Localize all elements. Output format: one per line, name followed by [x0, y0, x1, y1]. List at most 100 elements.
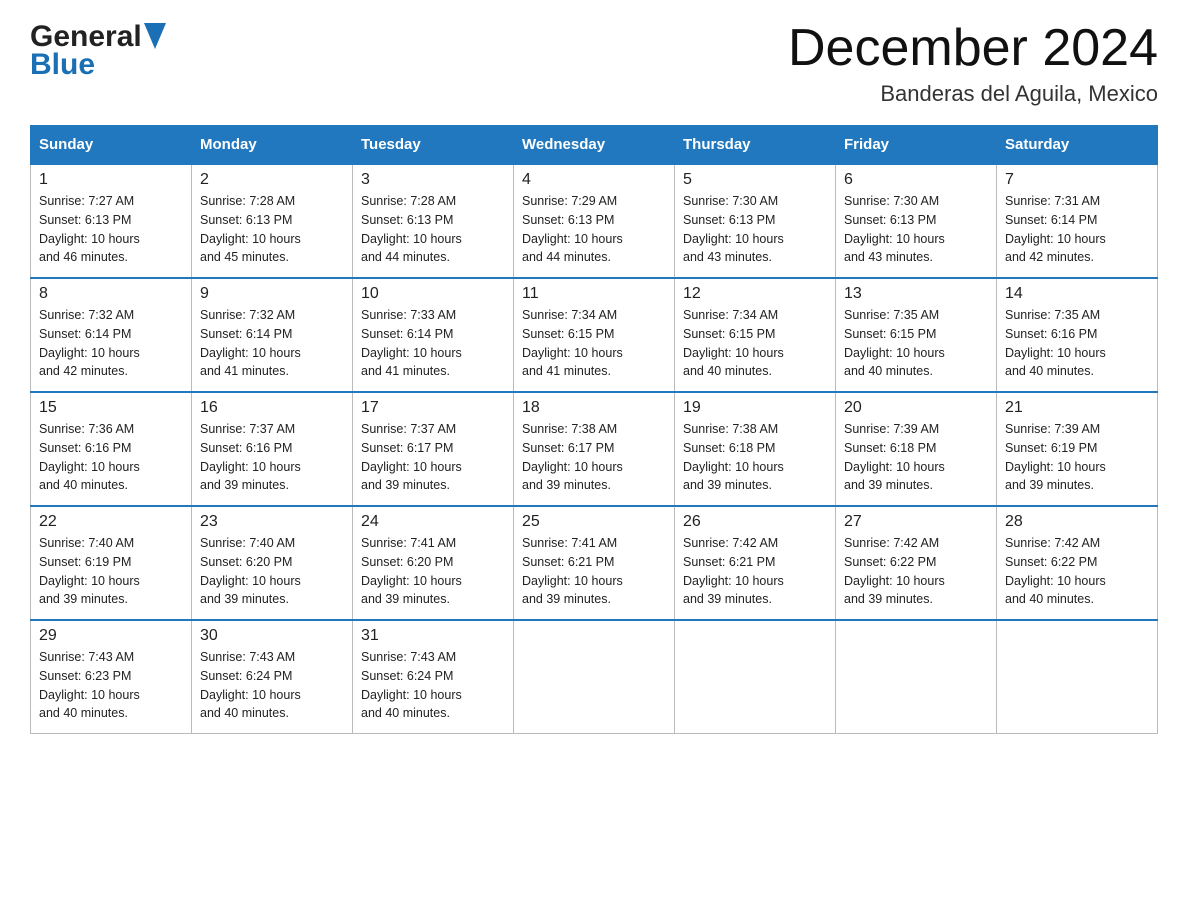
day-cell-9: 9 Sunrise: 7:32 AMSunset: 6:14 PMDaylight… [192, 278, 353, 392]
day-number: 12 [683, 285, 827, 303]
calendar-table: SundayMondayTuesdayWednesdayThursdayFrid… [30, 125, 1158, 734]
day-cell-24: 24 Sunrise: 7:41 AMSunset: 6:20 PMDayligh… [353, 506, 514, 620]
empty-cell [836, 620, 997, 734]
day-info: Sunrise: 7:41 AMSunset: 6:20 PMDaylight:… [361, 534, 505, 609]
column-header-friday: Friday [836, 126, 997, 165]
day-number: 1 [39, 171, 183, 189]
day-info: Sunrise: 7:40 AMSunset: 6:19 PMDaylight:… [39, 534, 183, 609]
day-number: 17 [361, 399, 505, 417]
day-number: 19 [683, 399, 827, 417]
day-number: 24 [361, 513, 505, 531]
day-number: 8 [39, 285, 183, 303]
day-info: Sunrise: 7:28 AMSunset: 6:13 PMDaylight:… [200, 192, 344, 267]
day-info: Sunrise: 7:30 AMSunset: 6:13 PMDaylight:… [844, 192, 988, 267]
empty-cell [675, 620, 836, 734]
day-info: Sunrise: 7:38 AMSunset: 6:18 PMDaylight:… [683, 420, 827, 495]
day-info: Sunrise: 7:27 AMSunset: 6:13 PMDaylight:… [39, 192, 183, 267]
day-number: 9 [200, 285, 344, 303]
logo-blue-text: Blue [30, 48, 95, 82]
day-cell-30: 30 Sunrise: 7:43 AMSunset: 6:24 PMDayligh… [192, 620, 353, 734]
day-number: 7 [1005, 171, 1149, 189]
day-number: 22 [39, 513, 183, 531]
week-row-2: 8 Sunrise: 7:32 AMSunset: 6:14 PMDaylight… [31, 278, 1158, 392]
day-cell-18: 18Sunrise: 7:38 AMSunset: 6:17 PMDayligh… [514, 392, 675, 506]
day-info: Sunrise: 7:42 AMSunset: 6:22 PMDaylight:… [1005, 534, 1149, 609]
day-cell-10: 10Sunrise: 7:33 AMSunset: 6:14 PMDayligh… [353, 278, 514, 392]
day-cell-17: 17 Sunrise: 7:37 AMSunset: 6:17 PMDayligh… [353, 392, 514, 506]
logo-arrow-icon [144, 23, 166, 49]
day-cell-28: 28 Sunrise: 7:42 AMSunset: 6:22 PMDayligh… [997, 506, 1158, 620]
day-cell-13: 13Sunrise: 7:35 AMSunset: 6:15 PMDayligh… [836, 278, 997, 392]
day-cell-27: 27Sunrise: 7:42 AMSunset: 6:22 PMDayligh… [836, 506, 997, 620]
week-row-5: 29 Sunrise: 7:43 AMSunset: 6:23 PMDayligh… [31, 620, 1158, 734]
calendar-title: December 2024 [788, 20, 1158, 77]
day-cell-31: 31 Sunrise: 7:43 AMSunset: 6:24 PMDayligh… [353, 620, 514, 734]
day-info: Sunrise: 7:32 AMSunset: 6:14 PMDaylight:… [200, 306, 344, 381]
day-info: Sunrise: 7:32 AMSunset: 6:14 PMDaylight:… [39, 306, 183, 381]
week-row-4: 22 Sunrise: 7:40 AMSunset: 6:19 PMDayligh… [31, 506, 1158, 620]
day-number: 21 [1005, 399, 1149, 417]
day-cell-3: 3 Sunrise: 7:28 AMSunset: 6:13 PMDaylight… [353, 164, 514, 278]
day-info: Sunrise: 7:39 AMSunset: 6:18 PMDaylight:… [844, 420, 988, 495]
week-row-1: 1 Sunrise: 7:27 AMSunset: 6:13 PMDaylight… [31, 164, 1158, 278]
day-info: Sunrise: 7:30 AMSunset: 6:13 PMDaylight:… [683, 192, 827, 267]
day-number: 11 [522, 285, 666, 303]
day-info: Sunrise: 7:40 AMSunset: 6:20 PMDaylight:… [200, 534, 344, 609]
day-cell-29: 29 Sunrise: 7:43 AMSunset: 6:23 PMDayligh… [31, 620, 192, 734]
day-info: Sunrise: 7:41 AMSunset: 6:21 PMDaylight:… [522, 534, 666, 609]
day-number: 4 [522, 171, 666, 189]
day-info: Sunrise: 7:37 AMSunset: 6:17 PMDaylight:… [361, 420, 505, 495]
column-header-tuesday: Tuesday [353, 126, 514, 165]
day-cell-15: 15Sunrise: 7:36 AMSunset: 6:16 PMDayligh… [31, 392, 192, 506]
column-header-wednesday: Wednesday [514, 126, 675, 165]
day-number: 3 [361, 171, 505, 189]
day-info: Sunrise: 7:35 AMSunset: 6:15 PMDaylight:… [844, 306, 988, 381]
day-info: Sunrise: 7:43 AMSunset: 6:24 PMDaylight:… [361, 648, 505, 723]
day-info: Sunrise: 7:42 AMSunset: 6:21 PMDaylight:… [683, 534, 827, 609]
day-info: Sunrise: 7:31 AMSunset: 6:14 PMDaylight:… [1005, 192, 1149, 267]
day-cell-26: 26 Sunrise: 7:42 AMSunset: 6:21 PMDayligh… [675, 506, 836, 620]
day-cell-19: 19 Sunrise: 7:38 AMSunset: 6:18 PMDayligh… [675, 392, 836, 506]
day-cell-22: 22 Sunrise: 7:40 AMSunset: 6:19 PMDayligh… [31, 506, 192, 620]
column-header-sunday: Sunday [31, 126, 192, 165]
day-cell-16: 16 Sunrise: 7:37 AMSunset: 6:16 PMDayligh… [192, 392, 353, 506]
day-cell-14: 14 Sunrise: 7:35 AMSunset: 6:16 PMDayligh… [997, 278, 1158, 392]
day-info: Sunrise: 7:34 AMSunset: 6:15 PMDaylight:… [522, 306, 666, 381]
day-cell-7: 7 Sunrise: 7:31 AMSunset: 6:14 PMDaylight… [997, 164, 1158, 278]
day-number: 31 [361, 627, 505, 645]
column-header-thursday: Thursday [675, 126, 836, 165]
day-info: Sunrise: 7:28 AMSunset: 6:13 PMDaylight:… [361, 192, 505, 267]
day-cell-8: 8 Sunrise: 7:32 AMSunset: 6:14 PMDaylight… [31, 278, 192, 392]
day-number: 30 [200, 627, 344, 645]
week-row-3: 15Sunrise: 7:36 AMSunset: 6:16 PMDayligh… [31, 392, 1158, 506]
day-cell-21: 21Sunrise: 7:39 AMSunset: 6:19 PMDayligh… [997, 392, 1158, 506]
day-number: 14 [1005, 285, 1149, 303]
day-number: 28 [1005, 513, 1149, 531]
day-number: 26 [683, 513, 827, 531]
day-cell-4: 4Sunrise: 7:29 AMSunset: 6:13 PMDaylight… [514, 164, 675, 278]
title-block: December 2024 Banderas del Aguila, Mexic… [788, 20, 1158, 107]
page-header: General Blue December 2024 Banderas del … [30, 20, 1158, 107]
day-number: 18 [522, 399, 666, 417]
day-cell-1: 1 Sunrise: 7:27 AMSunset: 6:13 PMDaylight… [31, 164, 192, 278]
day-number: 5 [683, 171, 827, 189]
day-cell-6: 6 Sunrise: 7:30 AMSunset: 6:13 PMDaylight… [836, 164, 997, 278]
day-info: Sunrise: 7:33 AMSunset: 6:14 PMDaylight:… [361, 306, 505, 381]
day-number: 27 [844, 513, 988, 531]
day-number: 16 [200, 399, 344, 417]
day-info: Sunrise: 7:36 AMSunset: 6:16 PMDaylight:… [39, 420, 183, 495]
day-info: Sunrise: 7:43 AMSunset: 6:23 PMDaylight:… [39, 648, 183, 723]
day-info: Sunrise: 7:43 AMSunset: 6:24 PMDaylight:… [200, 648, 344, 723]
column-header-saturday: Saturday [997, 126, 1158, 165]
day-info: Sunrise: 7:37 AMSunset: 6:16 PMDaylight:… [200, 420, 344, 495]
day-cell-23: 23 Sunrise: 7:40 AMSunset: 6:20 PMDayligh… [192, 506, 353, 620]
day-number: 29 [39, 627, 183, 645]
day-cell-20: 20Sunrise: 7:39 AMSunset: 6:18 PMDayligh… [836, 392, 997, 506]
day-cell-11: 11 Sunrise: 7:34 AMSunset: 6:15 PMDayligh… [514, 278, 675, 392]
day-info: Sunrise: 7:35 AMSunset: 6:16 PMDaylight:… [1005, 306, 1149, 381]
calendar-subtitle: Banderas del Aguila, Mexico [788, 81, 1158, 107]
day-cell-5: 5 Sunrise: 7:30 AMSunset: 6:13 PMDaylight… [675, 164, 836, 278]
day-number: 23 [200, 513, 344, 531]
day-number: 6 [844, 171, 988, 189]
day-cell-2: 2Sunrise: 7:28 AMSunset: 6:13 PMDaylight… [192, 164, 353, 278]
